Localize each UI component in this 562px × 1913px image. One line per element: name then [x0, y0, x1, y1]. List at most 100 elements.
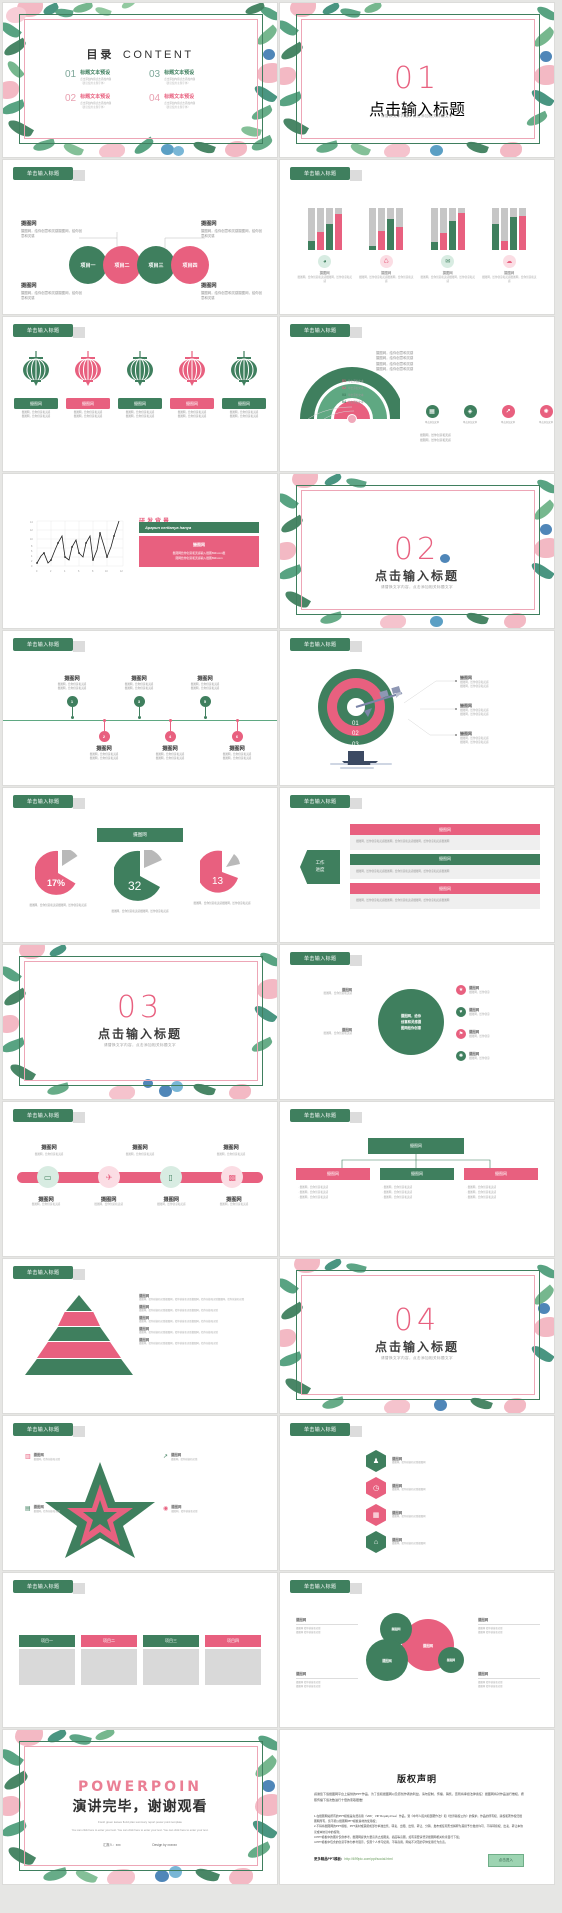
- card-item[interactable]: 摄图网 · 摄图网，给你创意和灵感 · 摄图网，给你创意和灵感 · 摄图网，给你…: [296, 1168, 370, 1201]
- lantern-item[interactable]: 摄图网 摄图网，给你创意和灵感 摄图网，给你创意和灵感: [219, 351, 269, 419]
- lantern-item[interactable]: 摄图网 摄图网，给你创意和灵感 摄图网，给你创意和灵感: [167, 351, 217, 419]
- slide-thumbnail-hexlist[interactable]: 单击输入标题 ♟ 摄图网 摄图网，给你创意和灵感摄图网 ◷ 摄图网 摄图网，给你…: [280, 1416, 554, 1570]
- slide-section-tag[interactable]: 单击输入标题: [13, 324, 86, 338]
- slide-thumbnail-timeline[interactable]: 单击输入标题 摄图网 摄图网，给你创意和灵感 摄图网，给你创意和灵感 1 摄图网…: [3, 631, 277, 785]
- slide-thumbnail-lanterns[interactable]: 单击输入标题 摄图网 摄图网，给你创意和灵感 摄图网，给你创意和灵感 摄图网 摄…: [3, 317, 277, 471]
- circle-item[interactable]: 项目一: [69, 246, 107, 284]
- hex-item[interactable]: ⌂ 摄图网 摄图网，给你创意和灵感摄图网: [366, 1531, 488, 1553]
- star-label[interactable]: ▤ 摄图网 摄图网，给你创意和灵感: [25, 1504, 60, 1513]
- timeline-node[interactable]: 摄图网 摄图网，给你创意和灵感 摄图网，给你创意和灵感 3: [110, 675, 168, 719]
- pie-item[interactable]: 13 摄图网，给你创意和灵感摄图网，给你创意和灵感: [186, 850, 258, 914]
- slide-thumbnail-copyright[interactable]: 版权声明 感谢您下载摄图网平台上提供的PPT作品，为了您和摄图网以及原创作者的利…: [280, 1730, 554, 1884]
- slide-thumbnail-divider-01[interactable]: 01 点击输入标题 请替换文字内容，点击添加相关标题文字 .slide .cen…: [280, 3, 554, 157]
- timeline-node[interactable]: 摄图网 摄图网，给你创意和灵感 摄图网，给你创意和灵感 5: [176, 675, 234, 719]
- bubble-item[interactable]: 摄图网: [438, 1647, 464, 1673]
- timeline-node[interactable]: 6 摄图网 摄图网，给你创意和灵感 摄图网，给你创意和灵感: [208, 719, 266, 762]
- progress-row[interactable]: 摄图网 摄图网，给你创意和灵感摄图网，给你创意和灵感摄图网，给你创意和灵感摄图网: [350, 853, 540, 880]
- column-item[interactable]: 项目二: [81, 1635, 137, 1685]
- hex-item[interactable]: ◷ 摄图网 摄图网，给你创意和灵感摄图网: [366, 1477, 488, 1499]
- slide-thumbnail-divider-03[interactable]: 03 点击输入标题 请替换文字内容，点击添加相关标题文字: [3, 945, 277, 1099]
- slide-section-tag[interactable]: 单击输入标题: [13, 1580, 86, 1594]
- slide-thumbnail-barchart[interactable]: 单击输入标题 ◕ 摄图网 摄图网，给你创意和灵感摄图网，给你创意和灵感 ♺ 摄图…: [280, 160, 554, 314]
- lantern-item[interactable]: 摄图网 摄图网，给你创意和灵感 摄图网，给你创意和灵感: [11, 351, 61, 419]
- toc-item[interactable]: 01 标题文本预设 点击添加内容点击添加内容 （建议使用主题字体）: [65, 69, 135, 85]
- progress-row[interactable]: 摄图网 摄图网，给你创意和灵感摄图网，给你创意和灵感摄图网，给你创意和灵感摄图网: [350, 824, 540, 850]
- timeline-node[interactable]: 4 摄图网 摄图网，给你创意和灵感 摄图网，给你创意和灵感: [141, 719, 199, 762]
- timeline-node[interactable]: 摄图网 摄图网，给你创意和灵感 摄图网，给你创意和灵感 1: [43, 675, 101, 719]
- slide-section-tag[interactable]: 单击输入标题: [290, 167, 363, 181]
- slide-thumbnail-columns[interactable]: 单击输入标题 项目一 项目二 项目三 项目四: [3, 1573, 277, 1727]
- more-url[interactable]: http://699pic.com/ppt/social.html: [344, 1857, 392, 1861]
- slide-thumbnail-target[interactable]: 单击输入标题 01 02 03 摄图网 摄图网，给你创意和灵感 摄图网，给你创意…: [280, 631, 554, 785]
- column-item[interactable]: 项目三: [143, 1635, 199, 1685]
- lantern-item[interactable]: 摄图网 摄图网，给你创意和灵感 摄图网，给你创意和灵感: [63, 351, 113, 419]
- star-label[interactable]: ▥ 摄图网 摄图网，给你创意和灵感: [25, 1452, 60, 1461]
- slide-thumbnail-hub[interactable]: 单击输入标题 摄图网 摄图网，给你创意和灵感 摄图网 摄图网，给你创意和灵感 摄…: [280, 945, 554, 1099]
- slide-thumbnail-thanks[interactable]: POWERPOIN 演讲完毕，谢谢观看 Fresh green leaves f…: [3, 1730, 277, 1884]
- slide-thumbnail-star[interactable]: 单击输入标题 ▥ 摄图网 摄图网，给你创意和灵感 ▤ 摄图网 摄图网，给你创意和…: [3, 1416, 277, 1570]
- slide-thumbnail-rings[interactable]: 单击输入标题 摄图网，给你创意和灵感 摄图网，给你创意和灵感 摄图网，给你创意和…: [280, 317, 554, 471]
- icon-item[interactable]: ◈ 单击添加文本: [458, 405, 482, 424]
- pyramid-layer[interactable]: [66, 1295, 92, 1311]
- slide-section-tag[interactable]: 单击输入标题: [290, 324, 363, 338]
- lantern-item[interactable]: 摄图网 摄图网，给你创意和灵感 摄图网，给你创意和灵感: [115, 351, 165, 419]
- timeline-node[interactable]: 2 摄图网 摄图网，给你创意和灵感 摄图网，给你创意和灵感: [75, 719, 133, 762]
- pie-item[interactable]: 17% 摄图网，给你创意和灵感摄图网，给你创意和灵感: [22, 848, 94, 914]
- slide-section-tag[interactable]: 单击输入标题: [290, 1423, 363, 1437]
- circle-item[interactable]: 项目二: [103, 246, 141, 284]
- card-item[interactable]: 摄图网 · 摄图网，给你创意和灵感 · 摄图网，给你创意和灵感 · 摄图网，给你…: [380, 1168, 454, 1201]
- slide-thumbnail-progress[interactable]: 单击输入标题 工作 进度 摄图网 摄图网，给你创意和灵感摄图网，给你创意和灵感摄…: [280, 788, 554, 942]
- slide-section-tag[interactable]: 单击输入标题: [13, 638, 86, 652]
- slide-section-tag[interactable]: 单击输入标题: [290, 795, 363, 809]
- hub-petal[interactable]: ★ 摄图网 摄图网，给你创意: [456, 985, 526, 995]
- progress-row[interactable]: 摄图网 摄图网，给你创意和灵感摄图网，给你创意和灵感摄图网，给你创意和灵感摄图网: [350, 883, 540, 909]
- hex-item[interactable]: ♟ 摄图网 摄图网，给你创意和灵感摄图网: [366, 1450, 488, 1472]
- toc-item[interactable]: 03 标题文本预设 点击添加内容点击添加内容 （建议使用主题字体）: [149, 69, 219, 85]
- slide-thumbnail-linechart[interactable]: 024 6810 1214 024 681012 研发背景 Apapun cer…: [3, 474, 277, 628]
- column-item[interactable]: 项目一: [19, 1635, 75, 1685]
- pyramid-layer[interactable]: [48, 1327, 110, 1341]
- slide-thumbnail-circles[interactable]: 单击输入标题 摄图网 摄图网，给你创意和灵感摄图网，给你创意和灵感 摄图网 摄图…: [3, 160, 277, 314]
- icon-item[interactable]: ↗ 单击添加文本: [496, 405, 520, 424]
- icon-item[interactable]: ▦ 单击添加文本: [420, 405, 444, 424]
- column-item[interactable]: 项目四: [205, 1635, 261, 1685]
- slide-section-tag[interactable]: 单击输入标题: [290, 1580, 363, 1594]
- slide-section-tag[interactable]: 单击输入标题: [290, 1109, 363, 1123]
- slide-section-tag[interactable]: 单击输入标题: [290, 638, 363, 652]
- card-item[interactable]: 摄图网 · 摄图网，给你创意和灵感 · 摄图网，给你创意和灵感 · 摄图网，给你…: [464, 1168, 538, 1201]
- slide-thumbnail-toc[interactable]: 目录 CONTENT 01 标题文本预设 点击添加内容点击添加内容 （建议使用主…: [3, 3, 277, 157]
- slide-thumbnail-divider-02[interactable]: 02 点击输入标题 请替换文字内容，点击添加相关标题文字: [280, 474, 554, 628]
- bubble-item[interactable]: 摄图网: [366, 1639, 408, 1681]
- star-label[interactable]: ↗ 摄图网 摄图网，给你创意和灵感: [163, 1452, 197, 1461]
- slide-thumbnail-pyramid[interactable]: 单击输入标题 摄图网 摄图网，给你创意和灵感摄图网，给你创意和灵感摄图网，给你创…: [3, 1259, 277, 1413]
- enter-button[interactable]: 点击进入: [487, 1854, 524, 1867]
- slide-thumbnail-cards[interactable]: 单击输入标题 摄图网 摄图网 · 摄图网，给你创意和灵感 · 摄图网，给你创意和…: [280, 1102, 554, 1256]
- star-label[interactable]: ◉ 摄图网 摄图网，给你创意和灵感: [163, 1504, 198, 1513]
- slide-section-tag[interactable]: 单击输入标题: [13, 167, 86, 181]
- pie-item[interactable]: 32 摄图网，给你创意和灵感摄图网，给你创意和灵感: [104, 848, 176, 914]
- plane-icon[interactable]: ✈: [98, 1166, 121, 1188]
- toc-item[interactable]: 02 标题文本预设 点击添加内容点击添加内容 （建议使用主题字体）: [65, 93, 135, 109]
- toc-item[interactable]: 04 标题文本预设 点击添加内容点击添加内容 （建议使用主题字体）: [149, 93, 219, 109]
- slide-thumbnail-pies[interactable]: 单击输入标题 摄图网 17% 摄图网，给你创意和灵感摄图网，给你创意和灵感 32…: [3, 788, 277, 942]
- pyramid-layer[interactable]: [25, 1359, 133, 1375]
- slide-thumbnail-divider-04[interactable]: 04 点击输入标题 请替换文字内容，点击添加相关标题文字: [280, 1259, 554, 1413]
- circle-item[interactable]: 项目三: [137, 246, 175, 284]
- hex-item[interactable]: ▦ 摄图网 摄图网，给你创意和灵感摄图网: [366, 1504, 488, 1526]
- hub-petal[interactable]: ✺ 摄图网 摄图网，给你创意: [456, 1051, 526, 1061]
- circle-item[interactable]: 项目四: [171, 246, 209, 284]
- hub-petal[interactable]: ⚑ 摄图网 摄图网，给你创意: [456, 1029, 526, 1039]
- slide-section-tag[interactable]: 单击输入标题: [290, 952, 363, 966]
- slide-thumbnail-iconstrip[interactable]: 单击输入标题 摄图网 摄图网，给你创意和灵感 摄图网 摄图网，给你创意和灵感 摄…: [3, 1102, 277, 1256]
- slide-section-tag[interactable]: 单击输入标题: [13, 1266, 86, 1280]
- slide-thumbnail-bubbles[interactable]: 单击输入标题 摄图网 摄图网 摄图网 摄图网 摄图网 摄图网 给你创意和灵感 摄…: [280, 1573, 554, 1727]
- pyramid-layer[interactable]: [58, 1312, 100, 1326]
- chart-icon[interactable]: ▩: [221, 1166, 244, 1188]
- hub-petal[interactable]: ♥ 摄图网 摄图网，给你创意: [456, 1007, 526, 1017]
- monitor-icon[interactable]: ▭: [36, 1166, 59, 1188]
- phone-icon[interactable]: ▯: [159, 1166, 182, 1188]
- slide-section-tag[interactable]: 单击输入标题: [13, 1423, 86, 1437]
- slide-section-tag[interactable]: 单击输入标题: [13, 795, 86, 809]
- icon-item[interactable]: ✺ 单击添加文本: [534, 405, 554, 424]
- pyramid-layer[interactable]: [37, 1342, 121, 1358]
